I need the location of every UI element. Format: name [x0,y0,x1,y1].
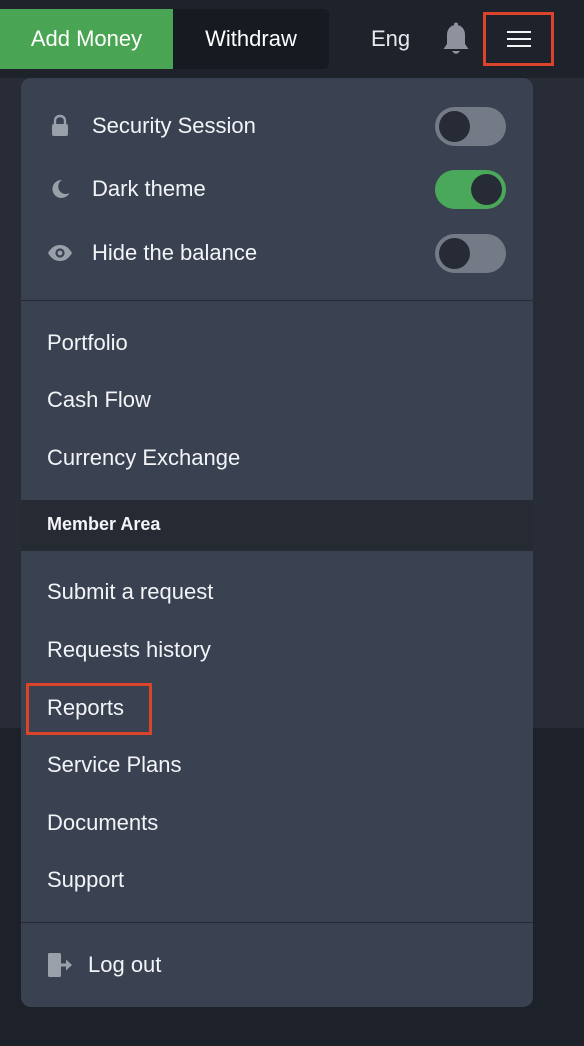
logout-icon [47,952,73,978]
divider [21,300,533,301]
menu-item-documents[interactable]: Documents [47,810,158,836]
menu-item-support[interactable]: Support [47,867,124,893]
setting-label: Hide the balance [92,240,258,265]
lock-icon [47,114,73,138]
member-area-title: Member Area [47,514,161,534]
toggle-knob [439,238,470,269]
menu-item-currency-exchange[interactable]: Currency Exchange [47,445,240,471]
toggle-knob [439,111,470,142]
eye-icon [47,241,73,265]
money-actions: Add Money Withdraw [0,9,329,69]
menu-item-requests-history[interactable]: Requests history [47,637,211,663]
menu-dropdown: Security Session Dark theme Hide the bal… [21,78,533,1007]
hamburger-icon [506,31,531,47]
bell-icon[interactable] [440,22,472,58]
withdraw-button[interactable]: Withdraw [173,9,329,69]
menu-item-submit-request[interactable]: Submit a request [47,579,213,605]
menu-item-cash-flow[interactable]: Cash Flow [47,387,151,413]
setting-security-session: Security Session [21,101,533,151]
top-bar: Add Money Withdraw Eng [0,0,584,78]
moon-icon [47,177,73,201]
logout-label: Log out [88,952,162,977]
setting-label: Dark theme [92,176,206,201]
hide-balance-toggle[interactable] [435,234,506,273]
toggle-knob [471,174,502,205]
menu-item-reports[interactable]: Reports [47,695,124,721]
setting-hide-balance: Hide the balance [21,228,533,278]
logout-button[interactable]: Log out [21,940,533,990]
dark-theme-toggle[interactable] [435,170,506,209]
setting-dark-theme: Dark theme [21,164,533,214]
menu-item-portfolio[interactable]: Portfolio [47,330,128,356]
divider [21,922,533,923]
security-session-toggle[interactable] [435,107,506,146]
language-selector[interactable]: Eng [371,26,410,52]
menu-item-service-plans[interactable]: Service Plans [47,752,182,778]
member-area-header: Member Area [21,500,533,551]
hamburger-menu-button[interactable] [483,12,554,66]
add-money-button[interactable]: Add Money [0,9,173,69]
setting-label: Security Session [92,113,256,138]
